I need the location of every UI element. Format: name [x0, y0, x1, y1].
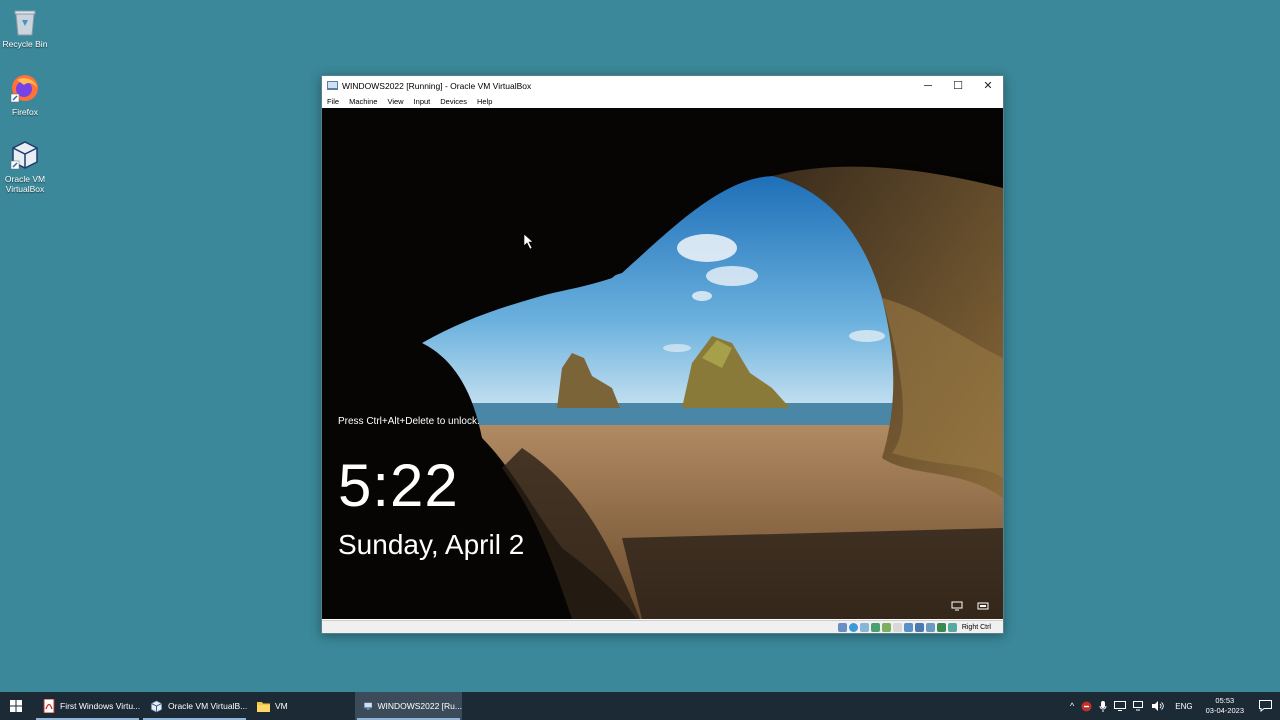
- system-tray: ^ ENG 05:53 03-04-2023: [1070, 692, 1280, 720]
- cpu-icon[interactable]: [925, 622, 935, 632]
- clock-date: 03-04-2023: [1205, 706, 1244, 715]
- lockscreen-tray: [951, 601, 989, 611]
- desktop-icon-firefox[interactable]: Firefox: [0, 72, 50, 117]
- taskbar-item-label: VM: [275, 701, 288, 711]
- menu-devices[interactable]: Devices: [440, 97, 467, 106]
- security-icon[interactable]: [1081, 701, 1092, 712]
- network-adapter-icon[interactable]: [870, 622, 880, 632]
- folder-icon: [257, 702, 270, 712]
- minimize-button[interactable]: ─: [913, 76, 943, 95]
- host-key-label: Right Ctrl: [961, 623, 991, 631]
- desktop-icon-label: Recycle Bin: [2, 39, 48, 49]
- close-button[interactable]: ✕: [973, 76, 1003, 95]
- window-titlebar[interactable]: WINDOWS2022 [Running] - Oracle VM Virtua…: [322, 76, 1003, 95]
- window-menubar: File Machine View Input Devices Help: [322, 95, 1003, 108]
- speaker-icon[interactable]: [1152, 701, 1165, 711]
- taskbar-item-pdf[interactable]: First Windows Virtu...: [34, 692, 141, 720]
- mouse-integration-icon[interactable]: [936, 622, 946, 632]
- network-icon[interactable]: [1133, 701, 1145, 711]
- menu-view[interactable]: View: [387, 97, 403, 106]
- vm-window-icon: [364, 702, 373, 710]
- desktop-icon-label: Oracle VM VirtualBox: [4, 174, 46, 194]
- windows-logo-icon: [10, 700, 22, 712]
- desktop-icon-label: Firefox: [12, 107, 38, 117]
- lockscreen-unlock-hint: Press Ctrl+Alt+Delete to unlock.: [338, 416, 480, 427]
- network-icon[interactable]: [951, 601, 963, 611]
- microphone-icon[interactable]: [1099, 700, 1107, 712]
- shared-folders-icon[interactable]: [892, 622, 902, 632]
- chevron-up-icon[interactable]: ^: [1070, 701, 1074, 711]
- language-indicator[interactable]: ENG: [1175, 702, 1192, 711]
- pdf-icon: [43, 699, 55, 713]
- taskbar-item-vm-window[interactable]: WINDOWS2022 [Ru...: [355, 692, 462, 720]
- notification-icon[interactable]: [1259, 700, 1272, 712]
- virtualbox-icon: [10, 141, 38, 170]
- menu-file[interactable]: File: [327, 97, 339, 106]
- virtualbox-vm-window[interactable]: WINDOWS2022 [Running] - Oracle VM Virtua…: [321, 75, 1004, 634]
- taskbar: First Windows Virtu... Oracle VM Virtual…: [0, 692, 1280, 720]
- audio-icon[interactable]: [859, 622, 869, 632]
- taskbar-item-label: First Windows Virtu...: [60, 701, 141, 711]
- menu-machine[interactable]: Machine: [349, 97, 377, 106]
- recording-icon[interactable]: [914, 622, 924, 632]
- vm-statusbar: Right Ctrl: [322, 620, 1003, 633]
- maximize-button[interactable]: ☐: [943, 76, 973, 95]
- taskbar-clock[interactable]: 05:53 03-04-2023: [1206, 696, 1244, 716]
- firefox-icon: [10, 75, 38, 103]
- lockscreen-date: Sunday, April 2: [338, 529, 525, 560]
- optical-drive-icon[interactable]: [848, 622, 858, 632]
- start-button[interactable]: [0, 692, 32, 720]
- recycle-bin-icon: [14, 10, 36, 36]
- display-icon[interactable]: [903, 622, 913, 632]
- desktop-icon-virtualbox[interactable]: Oracle VM VirtualBox: [0, 139, 50, 194]
- taskbar-item-folder[interactable]: VM: [248, 692, 355, 720]
- menu-help[interactable]: Help: [477, 97, 492, 106]
- lockscreen-time: 5:22: [338, 452, 459, 519]
- taskbar-item-virtualbox[interactable]: Oracle VM VirtualB...: [141, 692, 248, 720]
- clock-time: 05:53: [1215, 696, 1235, 705]
- vm-window-icon: [327, 81, 338, 90]
- virtualbox-icon: [151, 700, 162, 712]
- taskbar-item-label: WINDOWS2022 [Ru...: [377, 701, 462, 711]
- keyboard-icon[interactable]: [947, 622, 957, 632]
- menu-input[interactable]: Input: [414, 97, 431, 106]
- usb-icon[interactable]: [881, 622, 891, 632]
- taskbar-item-label: Oracle VM VirtualB...: [168, 701, 248, 711]
- display-settings-icon[interactable]: [1114, 701, 1127, 711]
- accessibility-icon[interactable]: [977, 601, 989, 611]
- guest-display[interactable]: Press Ctrl+Alt+Delete to unlock. 5:22 Su…: [322, 108, 1003, 619]
- hard-disk-icon[interactable]: [837, 622, 847, 632]
- window-title: WINDOWS2022 [Running] - Oracle VM Virtua…: [342, 80, 532, 91]
- desktop-icon-recycle-bin[interactable]: Recycle Bin: [0, 6, 50, 49]
